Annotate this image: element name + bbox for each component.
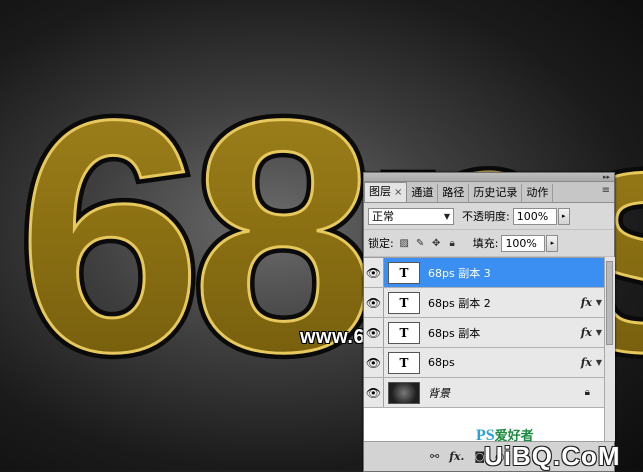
tab-history[interactable]: 历史记录 [469,184,523,202]
lock-paint-icon[interactable]: ✎ [414,237,427,250]
link-icon[interactable]: ⚯ [430,450,439,463]
uibq-logo: UiBQ.CoM [484,441,621,471]
layer-row-copy2[interactable]: 👁︎ T 68ps 副本 2 fx ▼ [364,288,604,318]
fill-slider-button[interactable]: ▸ [546,234,559,252]
tab-channels[interactable]: 通道 [407,184,439,202]
eye-icon[interactable]: 👁︎ [364,258,384,287]
layer-name: 68ps 副本 [428,326,481,340]
lock-icons: ▨ ✎ ✥ 🔒︎ [398,237,459,250]
eye-icon[interactable]: 👁︎ [364,288,384,317]
lock-icon: 🔒︎ [584,387,590,398]
fx-icon[interactable]: fx [581,326,592,339]
tab-paths[interactable]: 路径 [438,184,470,202]
expand-effects-icon[interactable]: ▼ [596,358,602,367]
opacity-slider-button[interactable]: ▸ [557,207,570,225]
layer-name: 68ps 副本 3 [428,266,491,280]
text-layer-thumbnail: T [388,321,420,344]
lock-position-icon[interactable]: ✥ [430,237,443,250]
close-icon[interactable]: × [394,187,402,198]
collapse-icon[interactable]: ▸▸ [603,173,610,181]
opacity-field[interactable]: 100% [512,207,557,225]
blend-row: 正常 ▼ 不透明度: 100% ▸ [364,203,614,230]
fill-label: 填充: [472,237,499,250]
text-layer-thumbnail: T [388,261,420,284]
eye-icon[interactable]: 👁︎ [364,348,384,377]
opacity-label: 不透明度: [462,210,510,223]
layer-list: 👁︎ T 68ps 副本 3 👁︎ T 68ps 副本 2 fx ▼ 👁︎ T … [364,257,604,442]
layer-name: 68ps [428,356,455,369]
expand-effects-icon[interactable]: ▼ [596,298,602,307]
layer-row-copy3[interactable]: 👁︎ T 68ps 副本 3 [364,258,604,288]
expand-effects-icon[interactable]: ▼ [596,328,602,337]
layer-list-scrollbar[interactable] [604,257,615,441]
panel-title-bar[interactable]: ▸▸ [364,173,614,182]
panel-tabs: 图层 × 通道 路径 历史记录 动作 ≡ [364,182,614,203]
layer-name: 背景 [428,386,450,400]
tab-layers[interactable]: 图层 × [364,182,408,202]
fx-icon[interactable]: fx. [449,450,464,463]
eye-icon[interactable]: 👁︎ [364,378,384,407]
text-layer-thumbnail: T [388,351,420,374]
blend-mode-value: 正常 [372,210,394,223]
lock-transparency-icon[interactable]: ▨ [398,237,411,250]
lock-label: 锁定: [368,237,394,250]
fill-field[interactable]: 100% [501,234,546,252]
scrollbar-thumb[interactable] [606,261,613,345]
fx-icon[interactable]: fx [581,296,592,309]
lock-all-icon[interactable]: 🔒︎ [446,237,459,250]
layer-name: 68ps 副本 2 [428,296,491,310]
layer-row-68ps[interactable]: 👁︎ T 68ps fx ▼ [364,348,604,378]
background-thumbnail [388,381,420,404]
tab-layers-label: 图层 [369,185,391,198]
layer-row-copy[interactable]: 👁︎ T 68ps 副本 fx ▼ [364,318,604,348]
layer-row-background[interactable]: 👁︎ 背景 🔒︎ [364,378,604,408]
eye-icon[interactable]: 👁︎ [364,318,384,347]
panel-menu-icon[interactable]: ≡ [602,185,610,196]
chevron-down-icon: ▼ [443,211,450,221]
blend-mode-select[interactable]: 正常 ▼ [368,207,454,225]
fx-icon[interactable]: fx [581,356,592,369]
text-layer-thumbnail: T [388,291,420,314]
lock-row: 锁定: ▨ ✎ ✥ 🔒︎ 填充: 100% ▸ [364,230,614,257]
tab-actions[interactable]: 动作 [522,184,554,202]
